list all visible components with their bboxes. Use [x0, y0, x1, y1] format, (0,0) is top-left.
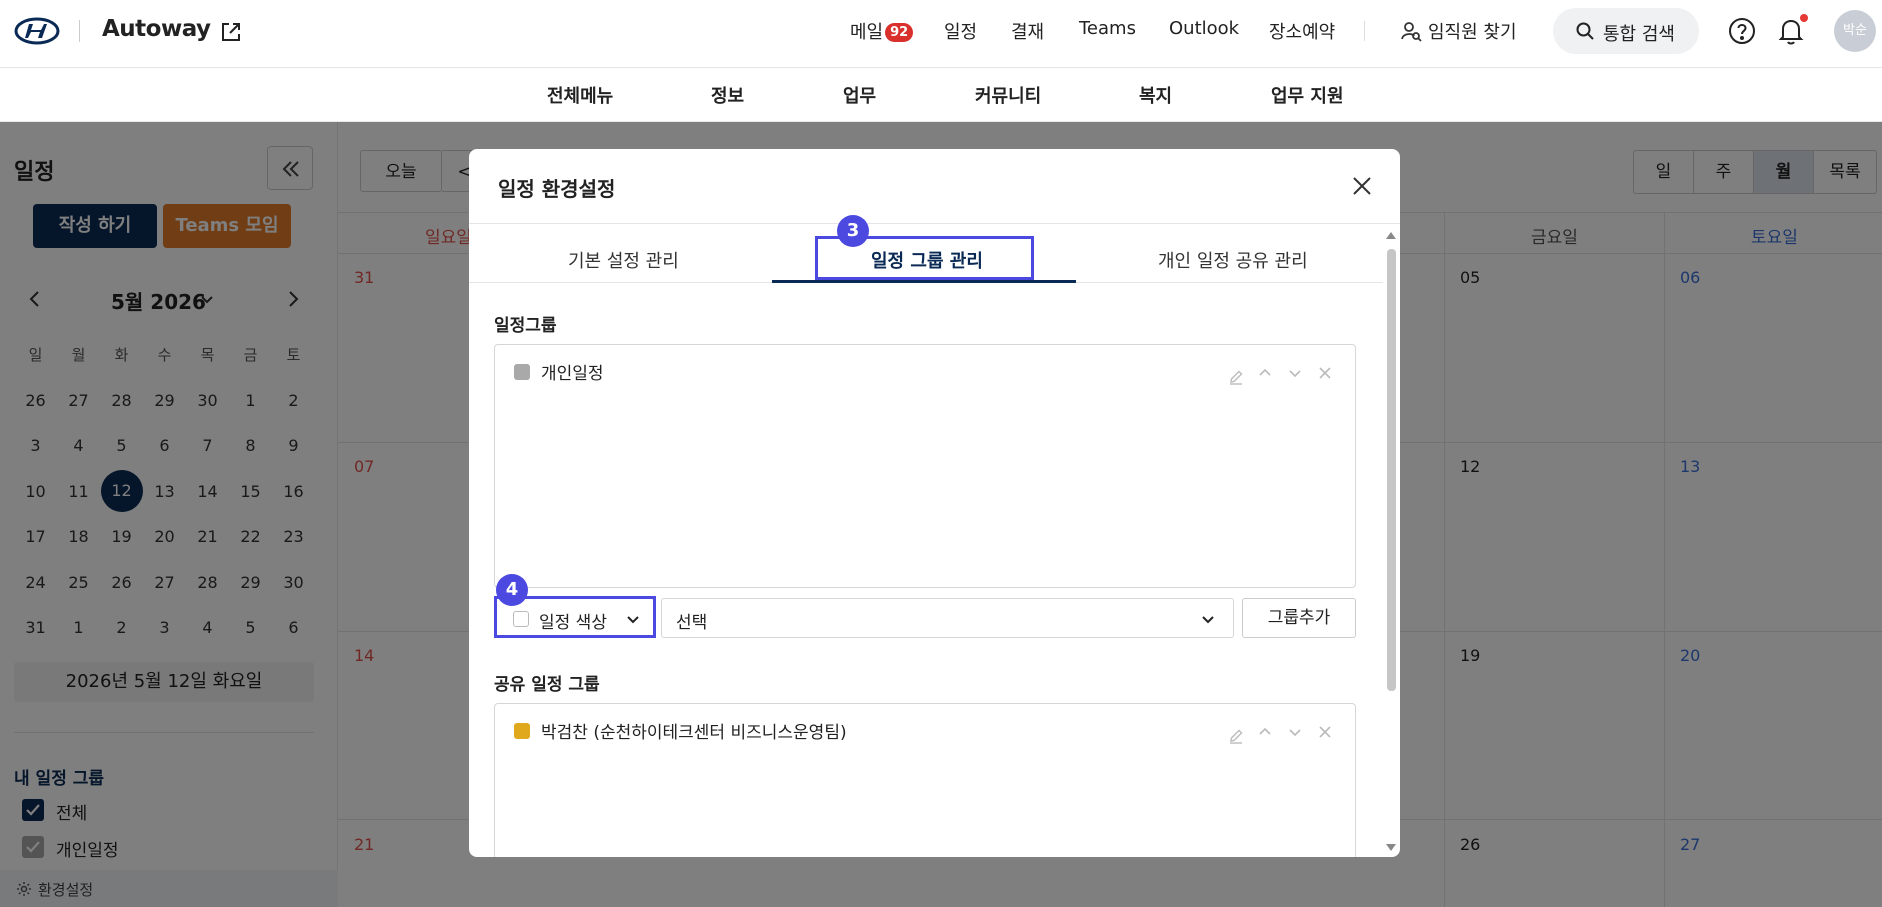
- group-name: 박검찬 (순천하이테크센터 비즈니스운영팀): [541, 723, 847, 743]
- employee-search-link[interactable]: 임직원 찾기: [1428, 18, 1517, 44]
- help-icon[interactable]: [1728, 17, 1756, 45]
- group-name: 개인일정: [541, 364, 604, 384]
- modal-title: 일정 환경설정: [498, 177, 616, 201]
- tab-basic-settings[interactable]: 기본 설정 관리: [568, 247, 679, 273]
- group-select-dropdown[interactable]: 선택: [661, 598, 1234, 638]
- arrow-down-icon[interactable]: [1287, 724, 1303, 740]
- scrollbar-thumb[interactable]: [1387, 249, 1396, 691]
- nav-mail-label: 메일: [850, 22, 884, 43]
- step-badge: 4: [496, 574, 528, 606]
- arrow-up-icon[interactable]: [1257, 365, 1273, 381]
- integrated-search-button[interactable]: 통합 검색: [1553, 8, 1699, 54]
- calendar-settings-modal: 일정 환경설정 기본 설정 관리 일정 그룹 관리 개인 일정 공유 관리 3 …: [469, 149, 1400, 857]
- nav-outlook[interactable]: Outlook: [1169, 18, 1239, 39]
- nav-approval[interactable]: 결재: [1011, 18, 1044, 44]
- menu-welfare[interactable]: 복지: [1139, 82, 1172, 108]
- pencil-icon[interactable]: [1228, 728, 1244, 744]
- brand-divider: [79, 20, 80, 42]
- delete-icon[interactable]: [1317, 724, 1333, 740]
- menu-work-support[interactable]: 업무 지원: [1271, 82, 1344, 108]
- nav-teams[interactable]: Teams: [1079, 18, 1136, 39]
- menu-info[interactable]: 정보: [711, 82, 744, 108]
- active-tab-indicator: [772, 280, 1076, 283]
- nav-room-booking[interactable]: 장소예약: [1269, 18, 1335, 44]
- schedule-group-label: 일정그룹: [494, 316, 557, 336]
- nav-calendar[interactable]: 일정: [944, 18, 977, 44]
- hyundai-logo-icon[interactable]: [14, 17, 60, 45]
- arrow-down-icon[interactable]: [1287, 365, 1303, 381]
- integrated-search-label: 통합 검색: [1603, 24, 1675, 45]
- add-group-button[interactable]: 그룹추가: [1242, 598, 1356, 638]
- user-avatar[interactable]: 박순: [1834, 10, 1876, 52]
- shared-group-label: 공유 일정 그룹: [494, 675, 600, 695]
- search-icon: [1576, 22, 1594, 40]
- shared-group-list: 박검찬 (순천하이테크센터 비즈니스운영팀): [494, 703, 1356, 857]
- people-search-icon[interactable]: [1400, 20, 1422, 42]
- tab-sharing-management[interactable]: 개인 일정 공유 관리: [1158, 247, 1308, 273]
- chevron-down-icon: [1202, 616, 1214, 624]
- scroll-down-arrow[interactable]: [1386, 844, 1396, 851]
- nav-mail[interactable]: 메일 92: [850, 18, 914, 44]
- top-header: Autoway 메일 92 일정 결재 Teams Outlook 장소예약 임직…: [0, 0, 1882, 68]
- mail-count-badge: 92: [885, 23, 914, 42]
- external-link-icon[interactable]: [219, 20, 243, 44]
- pencil-icon[interactable]: [1228, 369, 1244, 385]
- step-badge: 3: [837, 215, 869, 247]
- scroll-up-arrow[interactable]: [1386, 232, 1396, 239]
- delete-icon[interactable]: [1317, 365, 1333, 381]
- notification-dot: [1800, 14, 1808, 22]
- close-icon[interactable]: [1351, 175, 1373, 197]
- group-select-value: 선택: [676, 613, 708, 633]
- group-color-swatch: [514, 723, 530, 739]
- main-menu-bar: 전체메뉴 정보 업무 커뮤니티 복지 업무 지원: [0, 68, 1882, 122]
- group-color-swatch: [514, 364, 530, 380]
- schedule-group-list: 개인일정: [494, 344, 1356, 588]
- menu-all[interactable]: 전체메뉴: [547, 82, 613, 108]
- menu-community[interactable]: 커뮤니티: [975, 82, 1041, 108]
- menu-work[interactable]: 업무: [843, 82, 876, 108]
- brand-name[interactable]: Autoway: [102, 16, 211, 42]
- arrow-up-icon[interactable]: [1257, 724, 1273, 740]
- modal-divider: [469, 223, 1400, 224]
- nav-divider: [1364, 21, 1365, 41]
